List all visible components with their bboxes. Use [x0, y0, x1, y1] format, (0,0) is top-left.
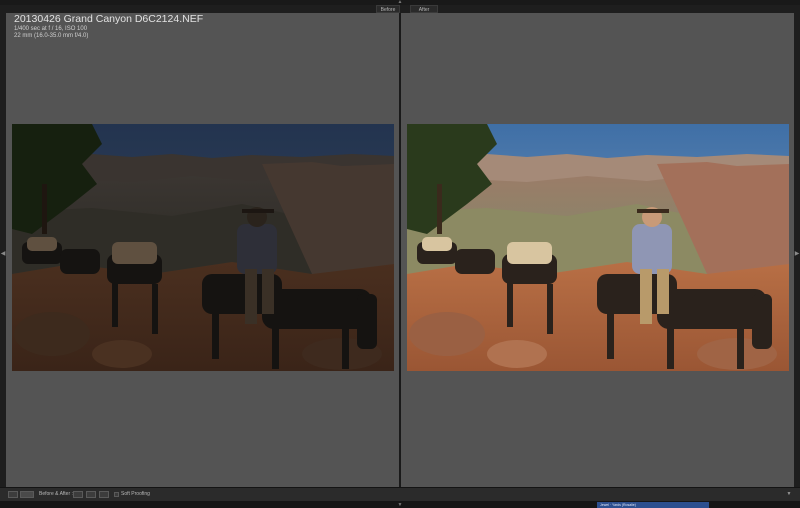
filmstrip-info-bar[interactable]: Jewel · Yards (Rosalie)	[597, 502, 709, 508]
swap-before-after-icon[interactable]	[99, 491, 109, 498]
before-after-label: Before & After :	[39, 491, 73, 497]
left-panel-toggle-icon[interactable]: ◀	[0, 250, 6, 258]
soft-proofing-label: Soft Proofing	[121, 491, 150, 497]
soft-proofing-checkbox[interactable]	[114, 492, 119, 497]
lightroom-develop-window: ▲ Before After ◀ ▶ 20130426 Grand Canyon…	[0, 0, 800, 508]
filmstrip-info-text: Jewel · Yards (Rosalie)	[600, 503, 636, 507]
photo-info-overlay: 20130426 Grand Canyon D6C2124.NEF 1/400 …	[14, 13, 203, 40]
photo-filename: 20130426 Grand Canyon D6C2124.NEF	[14, 13, 204, 25]
before-photo-image	[12, 124, 394, 371]
loupe-view-icon[interactable]	[8, 491, 18, 498]
exposure-info: 1/400 sec at f / 16, ISO 100	[14, 26, 88, 32]
before-view-label: Before	[376, 5, 400, 13]
pane-divider	[399, 13, 401, 487]
after-photo-image	[407, 124, 789, 371]
after-view-label: After	[410, 5, 438, 13]
bottom-panel-toggle-icon[interactable]: ▼	[396, 502, 404, 508]
toolbar-menu-chevron-icon[interactable]: ▼	[785, 491, 793, 498]
copy-before-to-after-icon[interactable]	[73, 491, 83, 498]
before-photo[interactable]	[12, 124, 394, 371]
before-after-view-icon[interactable]	[20, 491, 34, 498]
lens-info: 22 mm (16.0-35.0 mm f/4.0)	[14, 33, 89, 39]
copy-after-to-before-icon[interactable]	[86, 491, 96, 498]
bottom-toolbar: Before & After : Soft Proofing ▼	[0, 487, 800, 501]
right-panel-toggle-icon[interactable]: ▶	[794, 250, 800, 258]
after-photo[interactable]	[407, 124, 789, 371]
